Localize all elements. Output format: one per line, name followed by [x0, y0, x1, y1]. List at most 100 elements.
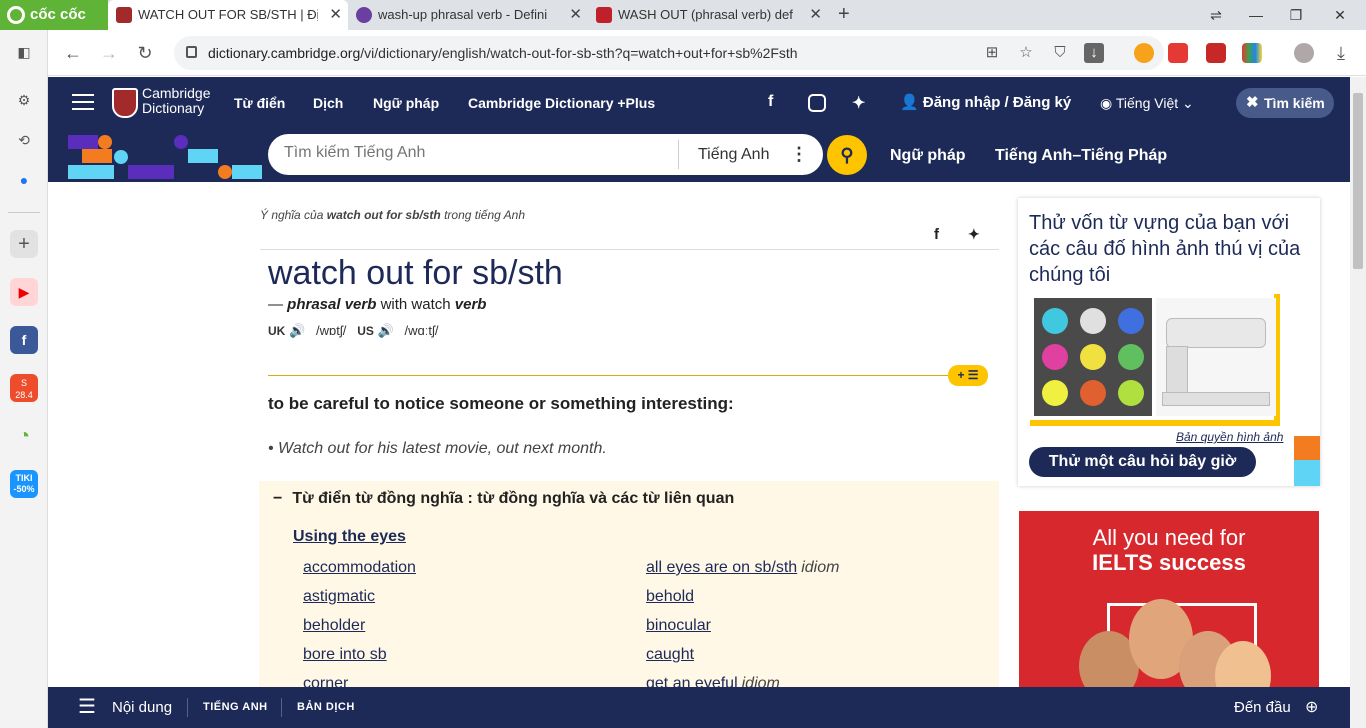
instagram-icon[interactable]	[808, 94, 826, 112]
menu-icon[interactable]: ⇌	[1196, 0, 1236, 30]
pos-dash: —	[268, 296, 283, 313]
facebook-icon[interactable]: f	[10, 326, 38, 354]
thesaurus-word[interactable]: caught	[646, 646, 694, 664]
search-divider	[678, 140, 679, 169]
quiz-start-button[interactable]: Thử một câu hỏi bây giờ	[1029, 447, 1256, 477]
add-to-list-button[interactable]: + ☰	[948, 365, 988, 386]
tiki-discount: -50%	[13, 484, 35, 494]
shopee-badge: 28.4	[15, 390, 33, 400]
site-logo[interactable]: Cambridge Dictionary	[142, 86, 210, 116]
twitter-icon[interactable]: ✦	[852, 93, 865, 113]
share-twitter-icon[interactable]: ✦	[968, 226, 980, 243]
uk-audio-icon[interactable]: 🔊	[289, 323, 305, 338]
minimize-button[interactable]: —	[1236, 0, 1276, 30]
pos-label[interactable]: phrasal verb	[287, 296, 376, 313]
thesaurus-word[interactable]: behold	[646, 588, 694, 606]
menu-icon[interactable]: ☰	[78, 687, 96, 728]
tab-wash-up[interactable]: wash-up phrasal verb - Defini ✕	[348, 0, 588, 30]
image-credit-link[interactable]: Bản quyền hình ảnh	[1176, 430, 1283, 444]
thesaurus-word[interactable]: corner	[303, 675, 348, 687]
shopee-icon[interactable]: S 28.4	[10, 374, 38, 402]
thesaurus-category[interactable]: Using the eyes	[293, 528, 406, 546]
star-icon[interactable]: ☆	[1016, 43, 1036, 63]
contents-button[interactable]: Nội dung	[112, 687, 172, 728]
main-content: Ý nghĩa của watch out for sb/sth trong t…	[48, 182, 1350, 687]
new-tab-button[interactable]: +	[838, 0, 850, 28]
close-icon[interactable]: ✕	[569, 0, 582, 30]
tiki-icon[interactable]: TIKI -50%	[10, 470, 38, 498]
ielts-ad[interactable]: All you need for IELTS success	[1019, 511, 1319, 687]
reload-icon[interactable]: ↻	[132, 40, 158, 66]
word-text: all eyes are on sb/sth	[646, 559, 798, 576]
sidebar-toggle-icon[interactable]: ◧	[10, 38, 38, 66]
download-icon[interactable]: ⤓	[1328, 40, 1354, 66]
user-icon: 👤	[900, 94, 923, 111]
thesaurus-word[interactable]: astigmatic	[303, 588, 375, 606]
thesaurus-word[interactable]: get an eyeful idiom	[646, 675, 780, 687]
tab-translation[interactable]: BẢN DỊCH	[297, 687, 355, 728]
hamburger-icon[interactable]	[72, 94, 94, 110]
history-icon[interactable]: ⟲	[10, 126, 38, 154]
page-scrollbar[interactable]	[1350, 77, 1366, 728]
arrow-up-icon[interactable]: ⊕	[1305, 687, 1318, 728]
nav-translate[interactable]: Dịch	[313, 77, 343, 129]
forward-icon[interactable]: →	[96, 40, 122, 66]
search-toggle-button[interactable]: ✖ Tìm kiếm	[1236, 88, 1334, 118]
example-sentence: • Watch out for his latest movie, out ne…	[268, 440, 607, 457]
download-page-icon[interactable]: ↓	[1084, 43, 1104, 63]
avatar[interactable]	[1294, 43, 1314, 63]
uk-label: UK	[268, 324, 286, 338]
grammar-link[interactable]: Ngữ pháp	[890, 129, 966, 182]
language-select[interactable]: ◉ Tiếng Việt ⌄	[1100, 77, 1194, 129]
add-icon[interactable]: +	[10, 230, 38, 258]
thesaurus-word[interactable]: bore into sb	[303, 646, 387, 664]
extension-red-icon[interactable]	[1206, 43, 1226, 63]
thesaurus-toggle[interactable]: − Từ điển từ đồng nghĩa : từ đồng nghĩa v…	[273, 490, 734, 508]
tab-english[interactable]: TIẾNG ANH	[203, 687, 268, 728]
scrollbar-thumb[interactable]	[1353, 93, 1363, 269]
close-icon[interactable]: ✕	[329, 0, 342, 30]
thesaurus-word[interactable]: accommodation	[303, 559, 416, 577]
brand-label: cốc cốc	[30, 6, 86, 23]
address-bar[interactable]: dictionary.cambridge.org/vi/dictionary/e…	[174, 36, 1164, 70]
search-input[interactable]	[284, 144, 664, 162]
thesaurus-word[interactable]: binocular	[646, 617, 711, 635]
pos-verb[interactable]: verb	[455, 296, 487, 313]
dictionary-select[interactable]: Tiếng Anh	[698, 134, 769, 175]
translate-icon[interactable]: ⊞	[982, 43, 1002, 63]
bottom-bar: ☰ Nội dung TIẾNG ANH BẢN DỊCH Đến đầu ⊕	[48, 687, 1350, 728]
shield-icon[interactable]: ⛉	[1050, 43, 1070, 63]
share-facebook-icon[interactable]: f	[934, 226, 939, 243]
restore-button[interactable]: ❐	[1276, 0, 1316, 30]
back-to-top-button[interactable]: Đến đầu	[1234, 687, 1291, 728]
tab-active[interactable]: WATCH OUT FOR SB/STH | Đị ✕	[108, 0, 348, 30]
divider	[187, 698, 188, 717]
close-window-button[interactable]: ✕	[1320, 0, 1360, 30]
thesaurus-panel: − Từ điển từ đồng nghĩa : từ đồng nghĩa v…	[259, 481, 999, 687]
messenger-icon[interactable]: ●	[10, 166, 38, 194]
extension-color-icon[interactable]	[1242, 43, 1262, 63]
coccoc-icon[interactable]: ◔	[10, 422, 38, 450]
thesaurus-word[interactable]: all eyes are on sb/sth idiom	[646, 559, 839, 577]
close-icon[interactable]: ✕	[809, 0, 822, 30]
quiz-image[interactable]	[1030, 294, 1280, 426]
extension-new-icon[interactable]	[1168, 43, 1188, 63]
english-french-link[interactable]: Tiếng Anh–Tiếng Pháp	[995, 129, 1167, 182]
more-options-icon[interactable]: ⋮	[790, 134, 808, 175]
us-audio-icon[interactable]: 🔊	[377, 323, 393, 338]
login-link[interactable]: 👤 Đăng nhập / Đăng ký	[900, 77, 1071, 129]
extension-coccoc-icon[interactable]	[1134, 43, 1154, 63]
facebook-icon[interactable]: f	[768, 93, 773, 111]
youtube-icon[interactable]: ▶	[10, 278, 38, 306]
gear-icon[interactable]: ⚙	[10, 86, 38, 114]
nav-dictionary[interactable]: Từ điển	[234, 77, 285, 129]
cambridge-shield-icon[interactable]	[112, 88, 138, 118]
url-host: dictionary.cambridge.org	[208, 45, 361, 61]
tab-wash-out[interactable]: WASH OUT (phrasal verb) def ✕	[588, 0, 828, 30]
nav-grammar[interactable]: Ngữ pháp	[373, 77, 439, 129]
coccoc-brand[interactable]: cốc cốc	[0, 0, 108, 30]
search-icon[interactable]: ⚲	[827, 135, 867, 175]
thesaurus-word[interactable]: beholder	[303, 617, 365, 635]
back-icon[interactable]: ←	[60, 40, 86, 66]
nav-plus[interactable]: Cambridge Dictionary +Plus	[468, 77, 655, 129]
